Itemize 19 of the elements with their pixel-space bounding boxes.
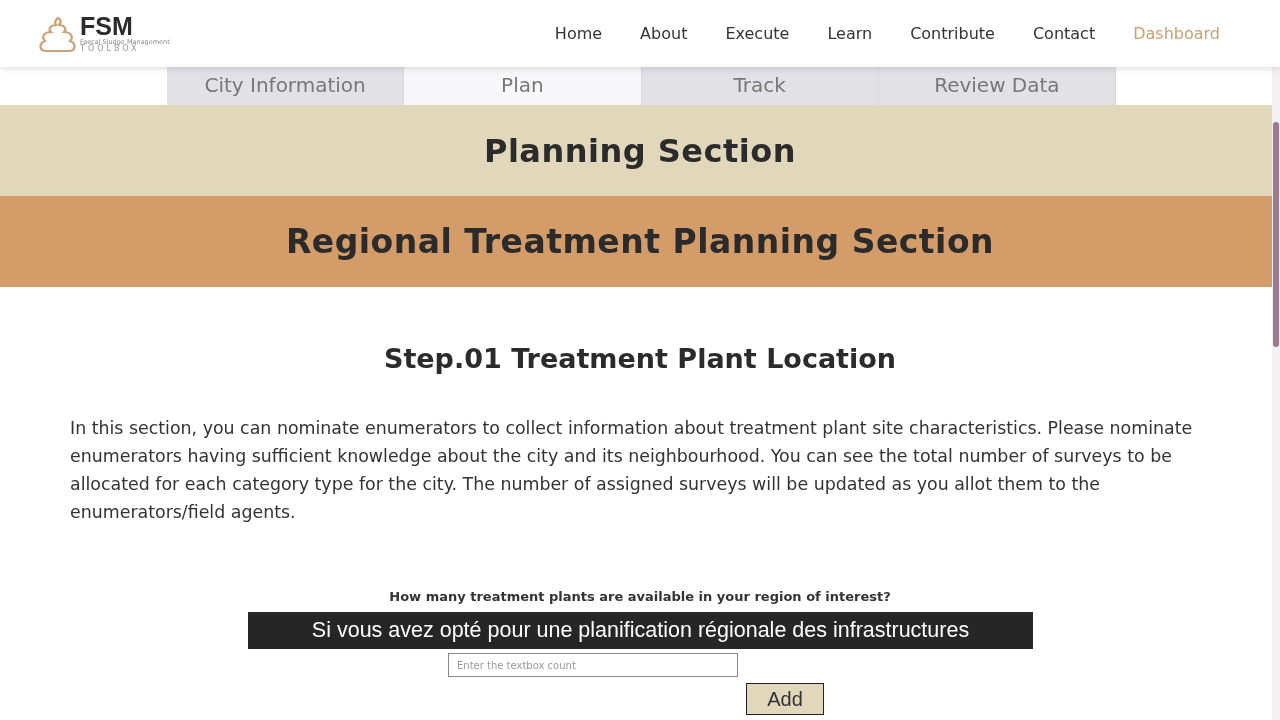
question-label: How many treatment plants are available in your region of interest? bbox=[388, 589, 892, 604]
subtitle-caption: Si vous avez opté pour une planification régionale des infrastructures bbox=[248, 612, 1033, 649]
section-tab[interactable]: Plan bbox=[404, 67, 642, 105]
nav-link[interactable]: Home bbox=[554, 24, 603, 43]
nav-link[interactable]: Execute bbox=[725, 24, 790, 43]
nav-link[interactable]: Contribute bbox=[910, 24, 995, 43]
logo-subtitle: TOOLBOX bbox=[80, 45, 140, 54]
count-input-field[interactable]: Enter the textbox count bbox=[448, 653, 738, 677]
logo-title: FSM bbox=[80, 13, 133, 39]
subsection-title: Regional Treatment Planning Section bbox=[285, 222, 995, 261]
logo-icon bbox=[38, 14, 78, 53]
scrollbar-thumb[interactable] bbox=[1273, 122, 1279, 347]
nav-link[interactable]: About bbox=[640, 24, 688, 43]
nav-link[interactable]: Learn bbox=[827, 24, 873, 43]
nav-link[interactable]: Contact bbox=[1032, 24, 1096, 43]
step-title: Step.01 Treatment Plant Location bbox=[382, 343, 898, 374]
add-button[interactable]: Add bbox=[746, 683, 824, 715]
description-text: In this section, you can nominate enumerators to collect information about treatment plant site characteristics. Please nominate enumerators having sufficient knowledge about the city and its neighbourhood. You can see the total number of surveys to be allocated for each category type for the city. The number of assigned surveys will be updated as you allot them to the enumerators/field agents. bbox=[70, 417, 1194, 524]
section-title: Planning Section bbox=[483, 131, 797, 170]
